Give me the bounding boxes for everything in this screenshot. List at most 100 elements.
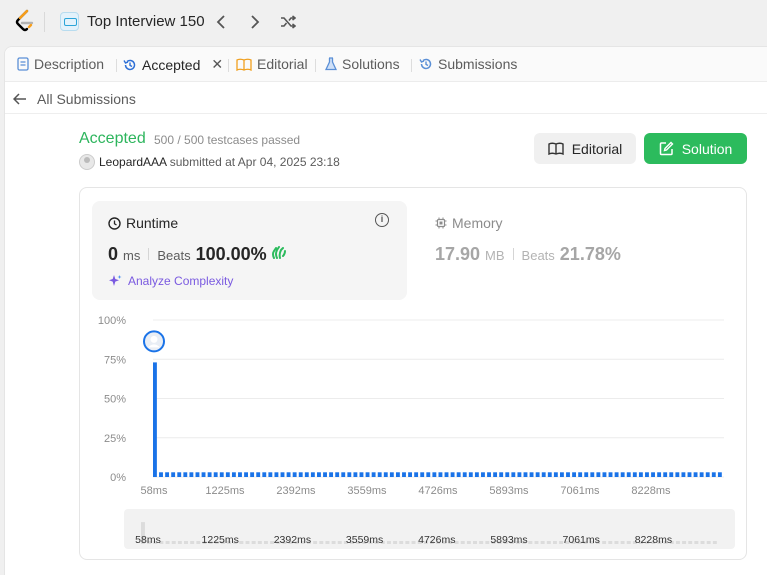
username-link[interactable]: LeopardAAA <box>99 155 166 169</box>
info-icon[interactable]: i <box>375 213 389 227</box>
navigator-bar <box>165 541 170 544</box>
y-tick-label: 0% <box>110 472 126 484</box>
all-submissions-link[interactable]: All Submissions <box>13 91 136 107</box>
navigator-bar <box>552 541 557 544</box>
bar <box>432 472 437 477</box>
navigator-bar <box>393 541 398 544</box>
x-tick-label: 58ms <box>141 485 168 497</box>
navigator-bar <box>177 541 182 544</box>
bar <box>511 472 516 477</box>
edit-icon <box>659 141 674 156</box>
chart-range-navigator[interactable]: 58ms 1225ms 2392ms 3559ms 4726ms 5893ms 7061ms… <box>124 509 735 549</box>
navigator-tick-label: 1225ms <box>202 534 239 546</box>
memory-unit: MB <box>485 248 505 263</box>
bar <box>596 472 601 477</box>
tab-solutions[interactable]: Solutions <box>325 56 400 72</box>
editorial-button[interactable]: Editorial <box>534 133 636 164</box>
navigator-tick-label: 4726ms <box>418 534 455 546</box>
y-tick-label: 100% <box>98 315 126 327</box>
bar <box>219 472 224 477</box>
bar <box>310 472 315 477</box>
bar <box>474 472 479 477</box>
submitted-info: LeopardAAA submitted at Apr 04, 2025 23:… <box>99 155 340 169</box>
bar <box>304 472 309 477</box>
bar <box>499 472 504 477</box>
bar <box>481 472 485 477</box>
tab-description[interactable]: Description <box>17 56 104 72</box>
bar <box>359 472 364 477</box>
prev-problem-button[interactable] <box>211 11 231 33</box>
bar <box>177 472 182 477</box>
bar <box>699 472 704 477</box>
navigator-bar <box>313 541 318 544</box>
bar <box>456 472 461 477</box>
bar <box>590 472 595 477</box>
divider <box>148 248 150 260</box>
bar <box>553 472 558 477</box>
problem-list-title[interactable]: Top Interview 150 <box>87 13 205 30</box>
bar <box>450 472 455 477</box>
bar <box>541 472 546 477</box>
avatar-head <box>150 335 158 343</box>
runtime-values: 0 ms Beats 100.00% <box>108 244 287 265</box>
next-problem-button[interactable] <box>245 11 265 33</box>
x-tick-label: 3559ms <box>347 485 387 497</box>
tab-submissions[interactable]: Submissions <box>419 56 517 72</box>
navigator-bar <box>614 541 619 544</box>
navigator-bar <box>171 541 176 544</box>
tab-divider <box>315 59 316 72</box>
book-icon <box>548 142 564 155</box>
tab-accepted[interactable]: Accepted ✕ <box>123 56 223 73</box>
navigator-bar <box>405 541 410 544</box>
bar <box>274 472 279 477</box>
chevron-right-icon <box>251 15 260 29</box>
tab-editorial[interactable]: Editorial <box>236 56 308 72</box>
bar <box>389 472 394 477</box>
memory-title[interactable]: Memory <box>435 215 503 231</box>
bar <box>614 472 619 477</box>
bar <box>420 472 425 477</box>
bar <box>693 472 698 477</box>
navigator-bar <box>479 541 484 544</box>
back-label: All Submissions <box>37 91 136 107</box>
bar <box>632 472 637 477</box>
history-icon <box>419 58 432 70</box>
random-problem-button[interactable] <box>278 11 298 33</box>
bar <box>566 472 570 477</box>
x-tick-label: 7061ms <box>560 485 600 497</box>
tab-bar: Description Accepted ✕ Editorial Solutio… <box>5 47 767 82</box>
close-icon[interactable]: ✕ <box>211 56 223 73</box>
study-plan-icon[interactable] <box>60 12 79 31</box>
bar <box>711 472 716 477</box>
memory-beats-value: 21.78% <box>559 244 621 264</box>
leetcode-logo-icon[interactable] <box>14 9 36 33</box>
bar <box>341 472 346 477</box>
runtime-beats-value: 100.00% <box>195 244 267 264</box>
avatar[interactable] <box>79 154 95 170</box>
analyze-complexity-link[interactable]: Analyze Complexity <box>108 274 233 288</box>
runtime-panel[interactable]: Runtime i 0 ms Beats 100.00% Analyze Com… <box>92 201 407 300</box>
bar <box>159 472 163 477</box>
bar <box>207 472 212 477</box>
tab-label: Accepted <box>142 56 201 73</box>
divider <box>44 12 45 32</box>
bar <box>329 472 334 477</box>
navigator-bar <box>466 541 471 544</box>
runtime-distribution-chart[interactable]: 0% 25% 50% 75% 100% 58ms 1225ms 2392ms 3559ms 472… <box>80 308 748 503</box>
navigator-bar <box>706 541 711 544</box>
shuffle-icon <box>281 15 296 29</box>
chip-icon <box>435 217 447 229</box>
navigator-bar <box>460 541 465 544</box>
navigator-bar <box>700 541 705 544</box>
bar <box>584 472 589 477</box>
solution-button[interactable]: Solution <box>644 133 747 164</box>
x-tick-label: 8228ms <box>631 485 671 497</box>
bar <box>675 472 680 477</box>
bar <box>225 472 230 477</box>
bar <box>517 472 522 477</box>
navigator-bar <box>528 541 533 544</box>
runtime-unit: ms <box>123 248 141 263</box>
navigator-bar <box>534 541 539 544</box>
sparkle-icon <box>109 275 122 286</box>
tab-divider <box>228 59 229 72</box>
